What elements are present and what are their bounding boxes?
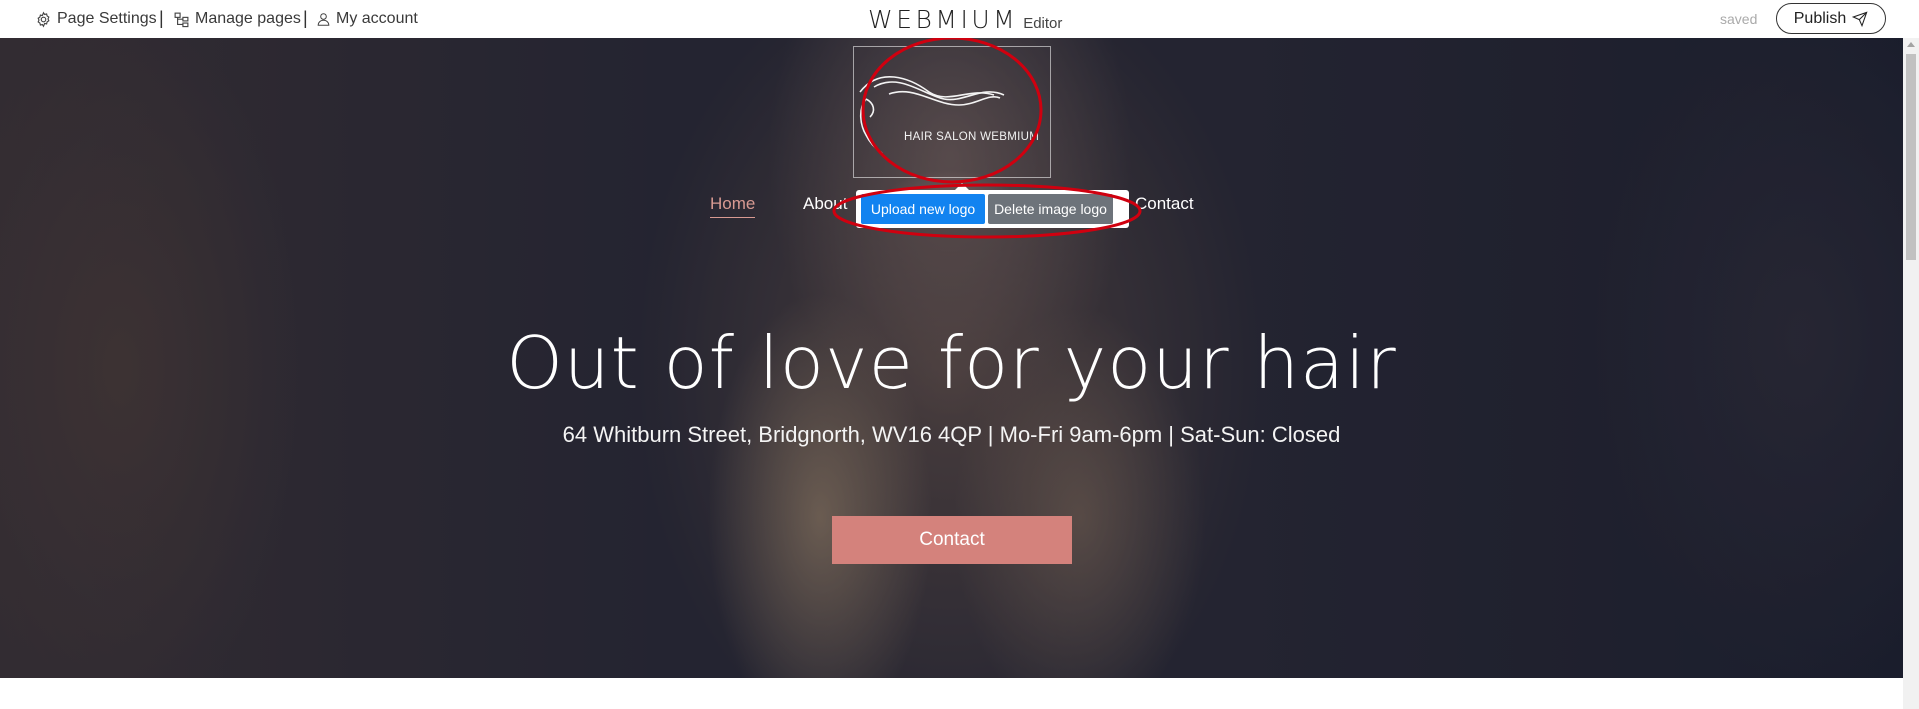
send-icon [1852, 10, 1868, 27]
editor-toolbar: Page Settings | Manage pages | My accoun… [0, 0, 1919, 38]
gear-icon [37, 11, 50, 27]
delete-image-logo-button[interactable]: Delete image logo [988, 194, 1113, 224]
publish-button[interactable]: Publish [1776, 3, 1886, 34]
logo-popup-arrow [955, 183, 969, 190]
page-settings-label: Page Settings [57, 10, 157, 27]
site-logo[interactable]: HAIR SALON WEBMIUM [853, 46, 1051, 178]
toolbar-separator: | [303, 8, 308, 28]
hero-title: Out of love for your hair [506, 321, 1397, 405]
toolbar-separator: | [159, 8, 164, 28]
editor-brand: WEBMIUM Editor [868, 5, 1063, 34]
user-icon [317, 13, 330, 26]
brand-logo-text: WEBMIUM [868, 5, 1019, 34]
upload-new-logo-button[interactable]: Upload new logo [861, 194, 985, 224]
nav-home[interactable]: Home [710, 194, 756, 218]
contact-button[interactable]: Contact [832, 516, 1072, 564]
logo-caption: HAIR SALON WEBMIUM [904, 131, 1040, 143]
publish-label: Publish [1793, 9, 1847, 27]
hero-subtitle: 64 Whitburn Street, Bridgnorth, WV16 4QP… [562, 422, 1341, 447]
my-account-link[interactable]: My account [316, 9, 418, 29]
nav-about[interactable]: About [803, 194, 847, 214]
manage-pages-link[interactable]: Manage pages [173, 9, 301, 29]
save-status: saved [1720, 11, 1758, 27]
brand-editor-label: Editor [1023, 15, 1063, 32]
nav-contact[interactable]: Contact [1135, 194, 1194, 214]
hair-wave-logo-icon [859, 76, 1005, 154]
manage-pages-label: Manage pages [195, 10, 301, 27]
sitemap-icon [174, 12, 189, 27]
hero-section: HAIR SALON WEBMIUM Home About Contact Up… [0, 38, 1903, 678]
scroll-up-arrow-icon[interactable] [1907, 42, 1915, 47]
page-scrollbar[interactable] [1903, 38, 1919, 709]
my-account-label: My account [336, 10, 418, 27]
scrollbar-thumb[interactable] [1906, 54, 1916, 260]
page-settings-link[interactable]: Page Settings [35, 9, 157, 29]
